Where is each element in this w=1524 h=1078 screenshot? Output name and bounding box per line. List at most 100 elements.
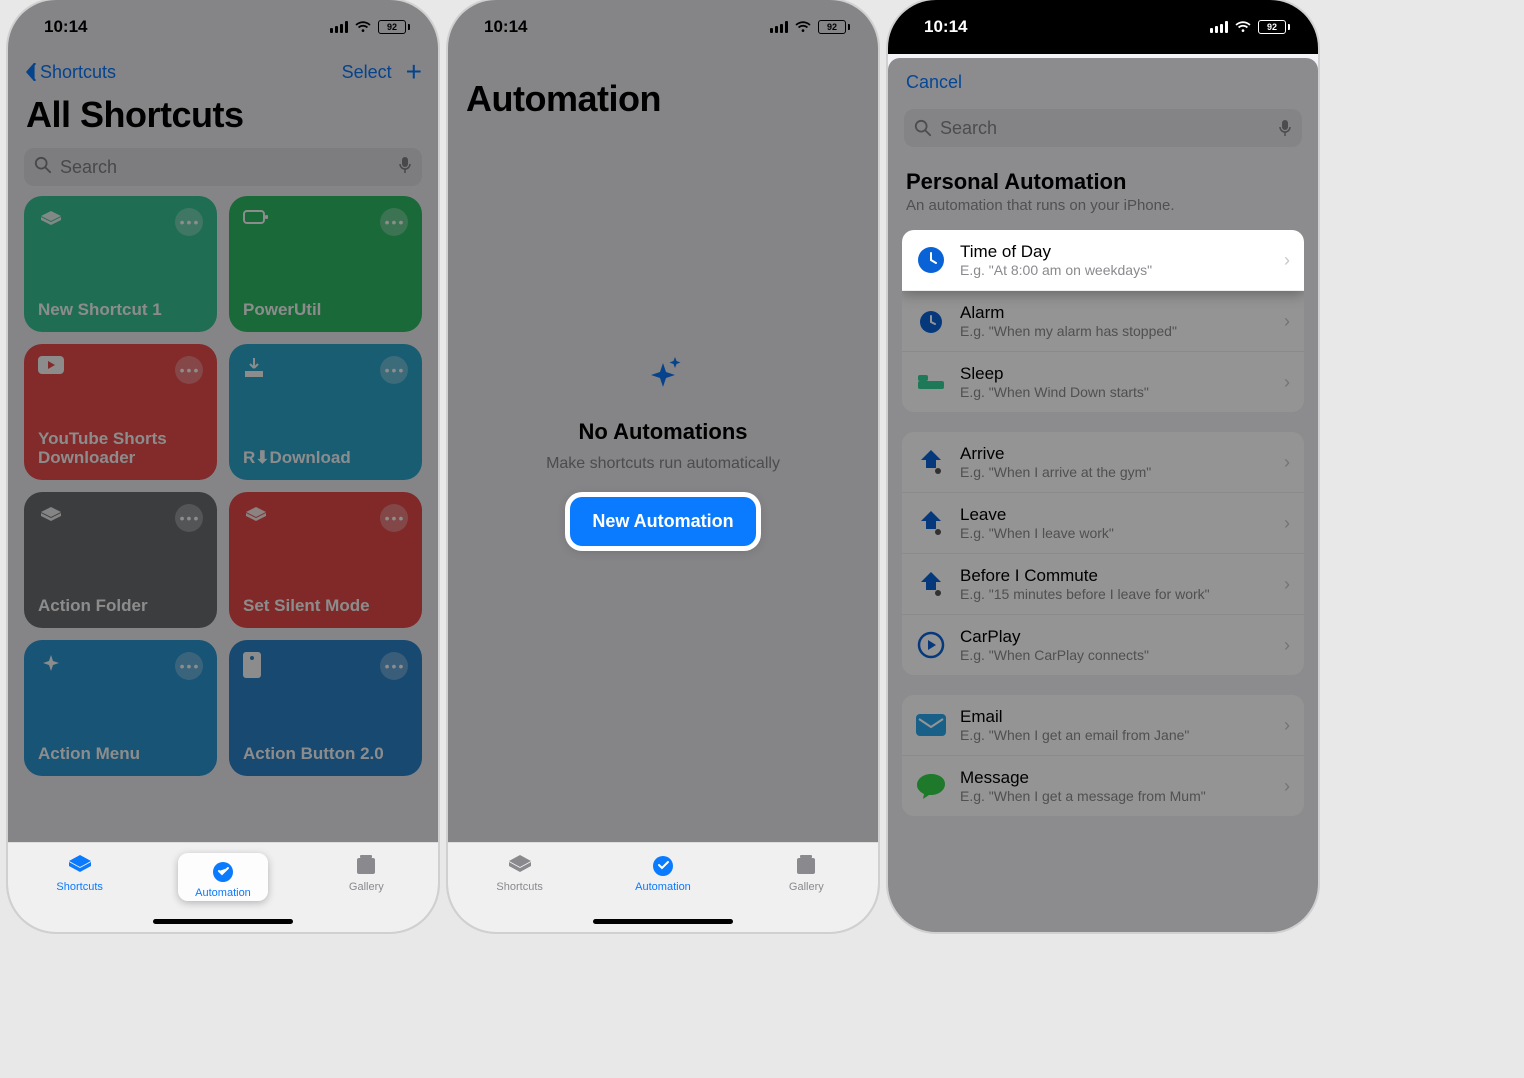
gallery-tab-icon (352, 853, 380, 879)
arrive-icon (916, 447, 946, 477)
search-input[interactable]: Search (904, 109, 1302, 147)
tab-automation[interactable]: Automation (618, 853, 708, 893)
trigger-group-time: Time of Day E.g. "At 8:00 am on weekdays… (902, 230, 1304, 412)
shortcut-card[interactable]: ••• Action Menu (24, 640, 217, 776)
shortcuts-tab-icon (506, 853, 534, 879)
more-icon[interactable]: ••• (175, 652, 203, 680)
more-icon[interactable]: ••• (175, 356, 203, 384)
cellular-icon (1210, 21, 1228, 33)
shortcut-card[interactable]: ••• New Shortcut 1 (24, 196, 217, 332)
automation-tab-icon (649, 853, 677, 879)
trigger-leave[interactable]: Leave E.g. "When I leave work" › (902, 493, 1304, 554)
trigger-arrive[interactable]: Arrive E.g. "When I arrive at the gym" › (902, 432, 1304, 493)
shortcut-card[interactable]: ••• R⬇Download (229, 344, 422, 480)
automation-tab-icon (209, 859, 237, 885)
battery-icon: 92 (818, 20, 850, 34)
add-button[interactable]: + (406, 58, 422, 86)
trigger-sleep[interactable]: Sleep E.g. "When Wind Down starts" › (902, 352, 1304, 412)
sparkle-icon (637, 351, 689, 403)
more-icon[interactable]: ••• (175, 208, 203, 236)
phone-2-automation: 10:14 92 Automation No Automations Make … (448, 0, 878, 932)
shortcuts-grid: ••• New Shortcut 1 ••• PowerUtil ••• You… (8, 196, 438, 776)
mic-icon[interactable] (398, 156, 412, 179)
wifi-icon (354, 20, 372, 34)
new-automation-button[interactable]: New Automation (570, 497, 755, 546)
shortcut-card[interactable]: ••• Set Silent Mode (229, 492, 422, 628)
shortcut-card[interactable]: ••• Action Button 2.0 (229, 640, 422, 776)
tab-gallery[interactable]: Gallery (761, 853, 851, 893)
sparkle-icon (38, 652, 64, 678)
download-icon (243, 356, 265, 378)
battery-icon: 92 (378, 20, 410, 34)
trigger-time-of-day[interactable]: Time of Day E.g. "At 8:00 am on weekdays… (902, 230, 1304, 291)
phone-1-shortcuts: 10:14 92 Shortcuts Select + All Shortcut… (8, 0, 438, 932)
trigger-message[interactable]: Message E.g. "When I get a message from … (902, 756, 1304, 816)
bed-icon (916, 367, 946, 397)
battery-icon: 92 (1258, 20, 1290, 34)
alarm-icon (916, 306, 946, 336)
trigger-carplay[interactable]: CarPlay E.g. "When CarPlay connects" › (902, 615, 1304, 675)
remote-icon (243, 652, 261, 678)
chevron-right-icon: › (1284, 776, 1290, 797)
more-icon[interactable]: ••• (380, 652, 408, 680)
message-icon (916, 771, 946, 801)
status-bar: 10:14 92 (8, 0, 438, 54)
email-icon (916, 710, 946, 740)
home-indicator[interactable] (593, 919, 733, 924)
chevron-right-icon: › (1284, 250, 1290, 271)
page-title: All Shortcuts (8, 94, 438, 144)
cancel-button[interactable]: Cancel (888, 72, 1318, 103)
tab-gallery[interactable]: Gallery (321, 853, 411, 893)
shortcut-card[interactable]: ••• Action Folder (24, 492, 217, 628)
trigger-email[interactable]: Email E.g. "When I get an email from Jan… (902, 695, 1304, 756)
phone-3-new-automation-sheet: 10:14 92 Cancel Search Personal Automati… (888, 0, 1318, 932)
layers-icon (38, 208, 64, 234)
shortcut-card[interactable]: ••• PowerUtil (229, 196, 422, 332)
tab-shortcuts[interactable]: Shortcuts (35, 853, 125, 893)
chevron-right-icon: › (1284, 452, 1290, 473)
status-time: 10:14 (484, 17, 527, 37)
shortcut-card[interactable]: ••• YouTube Shorts Downloader (24, 344, 217, 480)
commute-icon (916, 569, 946, 599)
trigger-alarm[interactable]: Alarm E.g. "When my alarm has stopped" › (902, 291, 1304, 352)
home-indicator[interactable] (153, 919, 293, 924)
search-placeholder: Search (60, 157, 390, 178)
cellular-icon (330, 21, 348, 33)
shortcuts-tab-icon (66, 853, 94, 879)
empty-state: No Automations Make shortcuts run automa… (448, 128, 878, 768)
mic-icon[interactable] (1278, 119, 1292, 137)
chevron-right-icon: › (1284, 715, 1290, 736)
back-button[interactable]: Shortcuts (24, 62, 116, 83)
trigger-group-location: Arrive E.g. "When I arrive at the gym" ›… (902, 432, 1304, 675)
tab-automation[interactable]: Automation (178, 853, 268, 901)
section-title: Personal Automation (888, 163, 1318, 197)
chevron-right-icon: › (1284, 574, 1290, 595)
status-time: 10:14 (44, 17, 87, 37)
more-icon[interactable]: ••• (175, 504, 203, 532)
more-icon[interactable]: ••• (380, 504, 408, 532)
layers-icon (38, 504, 64, 530)
wifi-icon (794, 20, 812, 34)
youtube-icon (38, 356, 64, 376)
more-icon[interactable]: ••• (380, 356, 408, 384)
chevron-right-icon: › (1284, 372, 1290, 393)
cellular-icon (770, 21, 788, 33)
search-placeholder: Search (940, 118, 1270, 139)
chevron-right-icon: › (1284, 311, 1290, 332)
empty-subtitle: Make shortcuts run automatically (546, 455, 780, 473)
modal-sheet: Cancel Search Personal Automation An aut… (888, 58, 1318, 932)
back-label: Shortcuts (40, 62, 116, 83)
status-bar: 10:14 92 (888, 0, 1318, 54)
status-right: 92 (1210, 20, 1290, 34)
trigger-commute[interactable]: Before I Commute E.g. "15 minutes before… (902, 554, 1304, 615)
tab-shortcuts[interactable]: Shortcuts (475, 853, 565, 893)
select-button[interactable]: Select (342, 62, 392, 83)
search-icon (34, 156, 52, 179)
search-input[interactable]: Search (24, 148, 422, 186)
empty-title: No Automations (578, 419, 747, 445)
more-icon[interactable]: ••• (380, 208, 408, 236)
chevron-right-icon: › (1284, 513, 1290, 534)
chevron-right-icon: › (1284, 635, 1290, 656)
nav-bar: Shortcuts Select + (8, 54, 438, 94)
leave-icon (916, 508, 946, 538)
